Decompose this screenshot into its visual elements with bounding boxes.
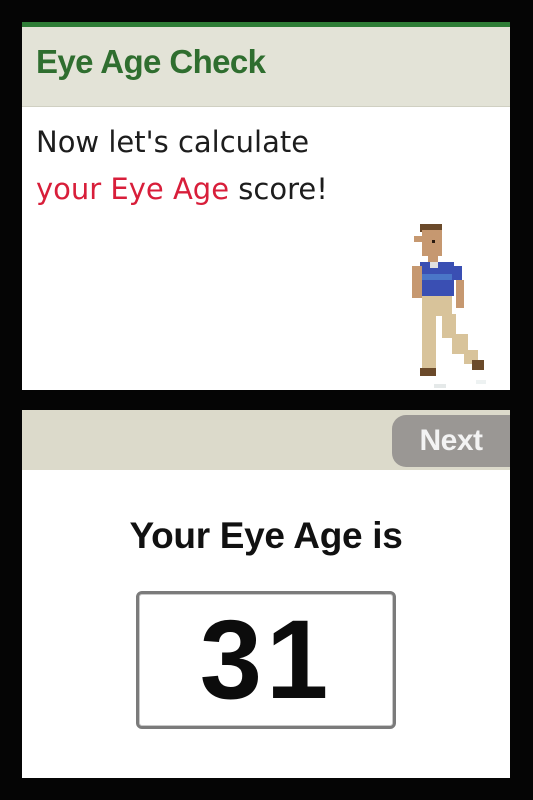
screen-title: Eye Age Check (36, 43, 266, 80)
result-label: Your Eye Age is (129, 515, 403, 556)
score-box: 31 (136, 591, 396, 729)
bottom-screen: Next Your Eye Age is 31 (22, 410, 510, 778)
pixel-character-figure (412, 224, 486, 388)
message-highlight: your Eye Age (36, 172, 230, 206)
instruction-message: Now let's calculate your Eye Age score! (36, 119, 328, 213)
device-frame: Eye Age Check Now let's calculate your E… (0, 0, 533, 800)
top-screen: Eye Age Check Now let's calculate your E… (22, 22, 510, 390)
eye-age-score: 31 (199, 597, 333, 722)
next-button[interactable]: Next (392, 415, 510, 467)
title-bar: Eye Age Check (22, 27, 510, 107)
message-line-2: your Eye Age score! (36, 166, 328, 213)
bottom-toolbar: Next (22, 410, 510, 470)
message-line-2-rest: score! (229, 172, 328, 206)
message-line-1: Now let's calculate (36, 125, 310, 159)
character-shadow (434, 380, 486, 388)
